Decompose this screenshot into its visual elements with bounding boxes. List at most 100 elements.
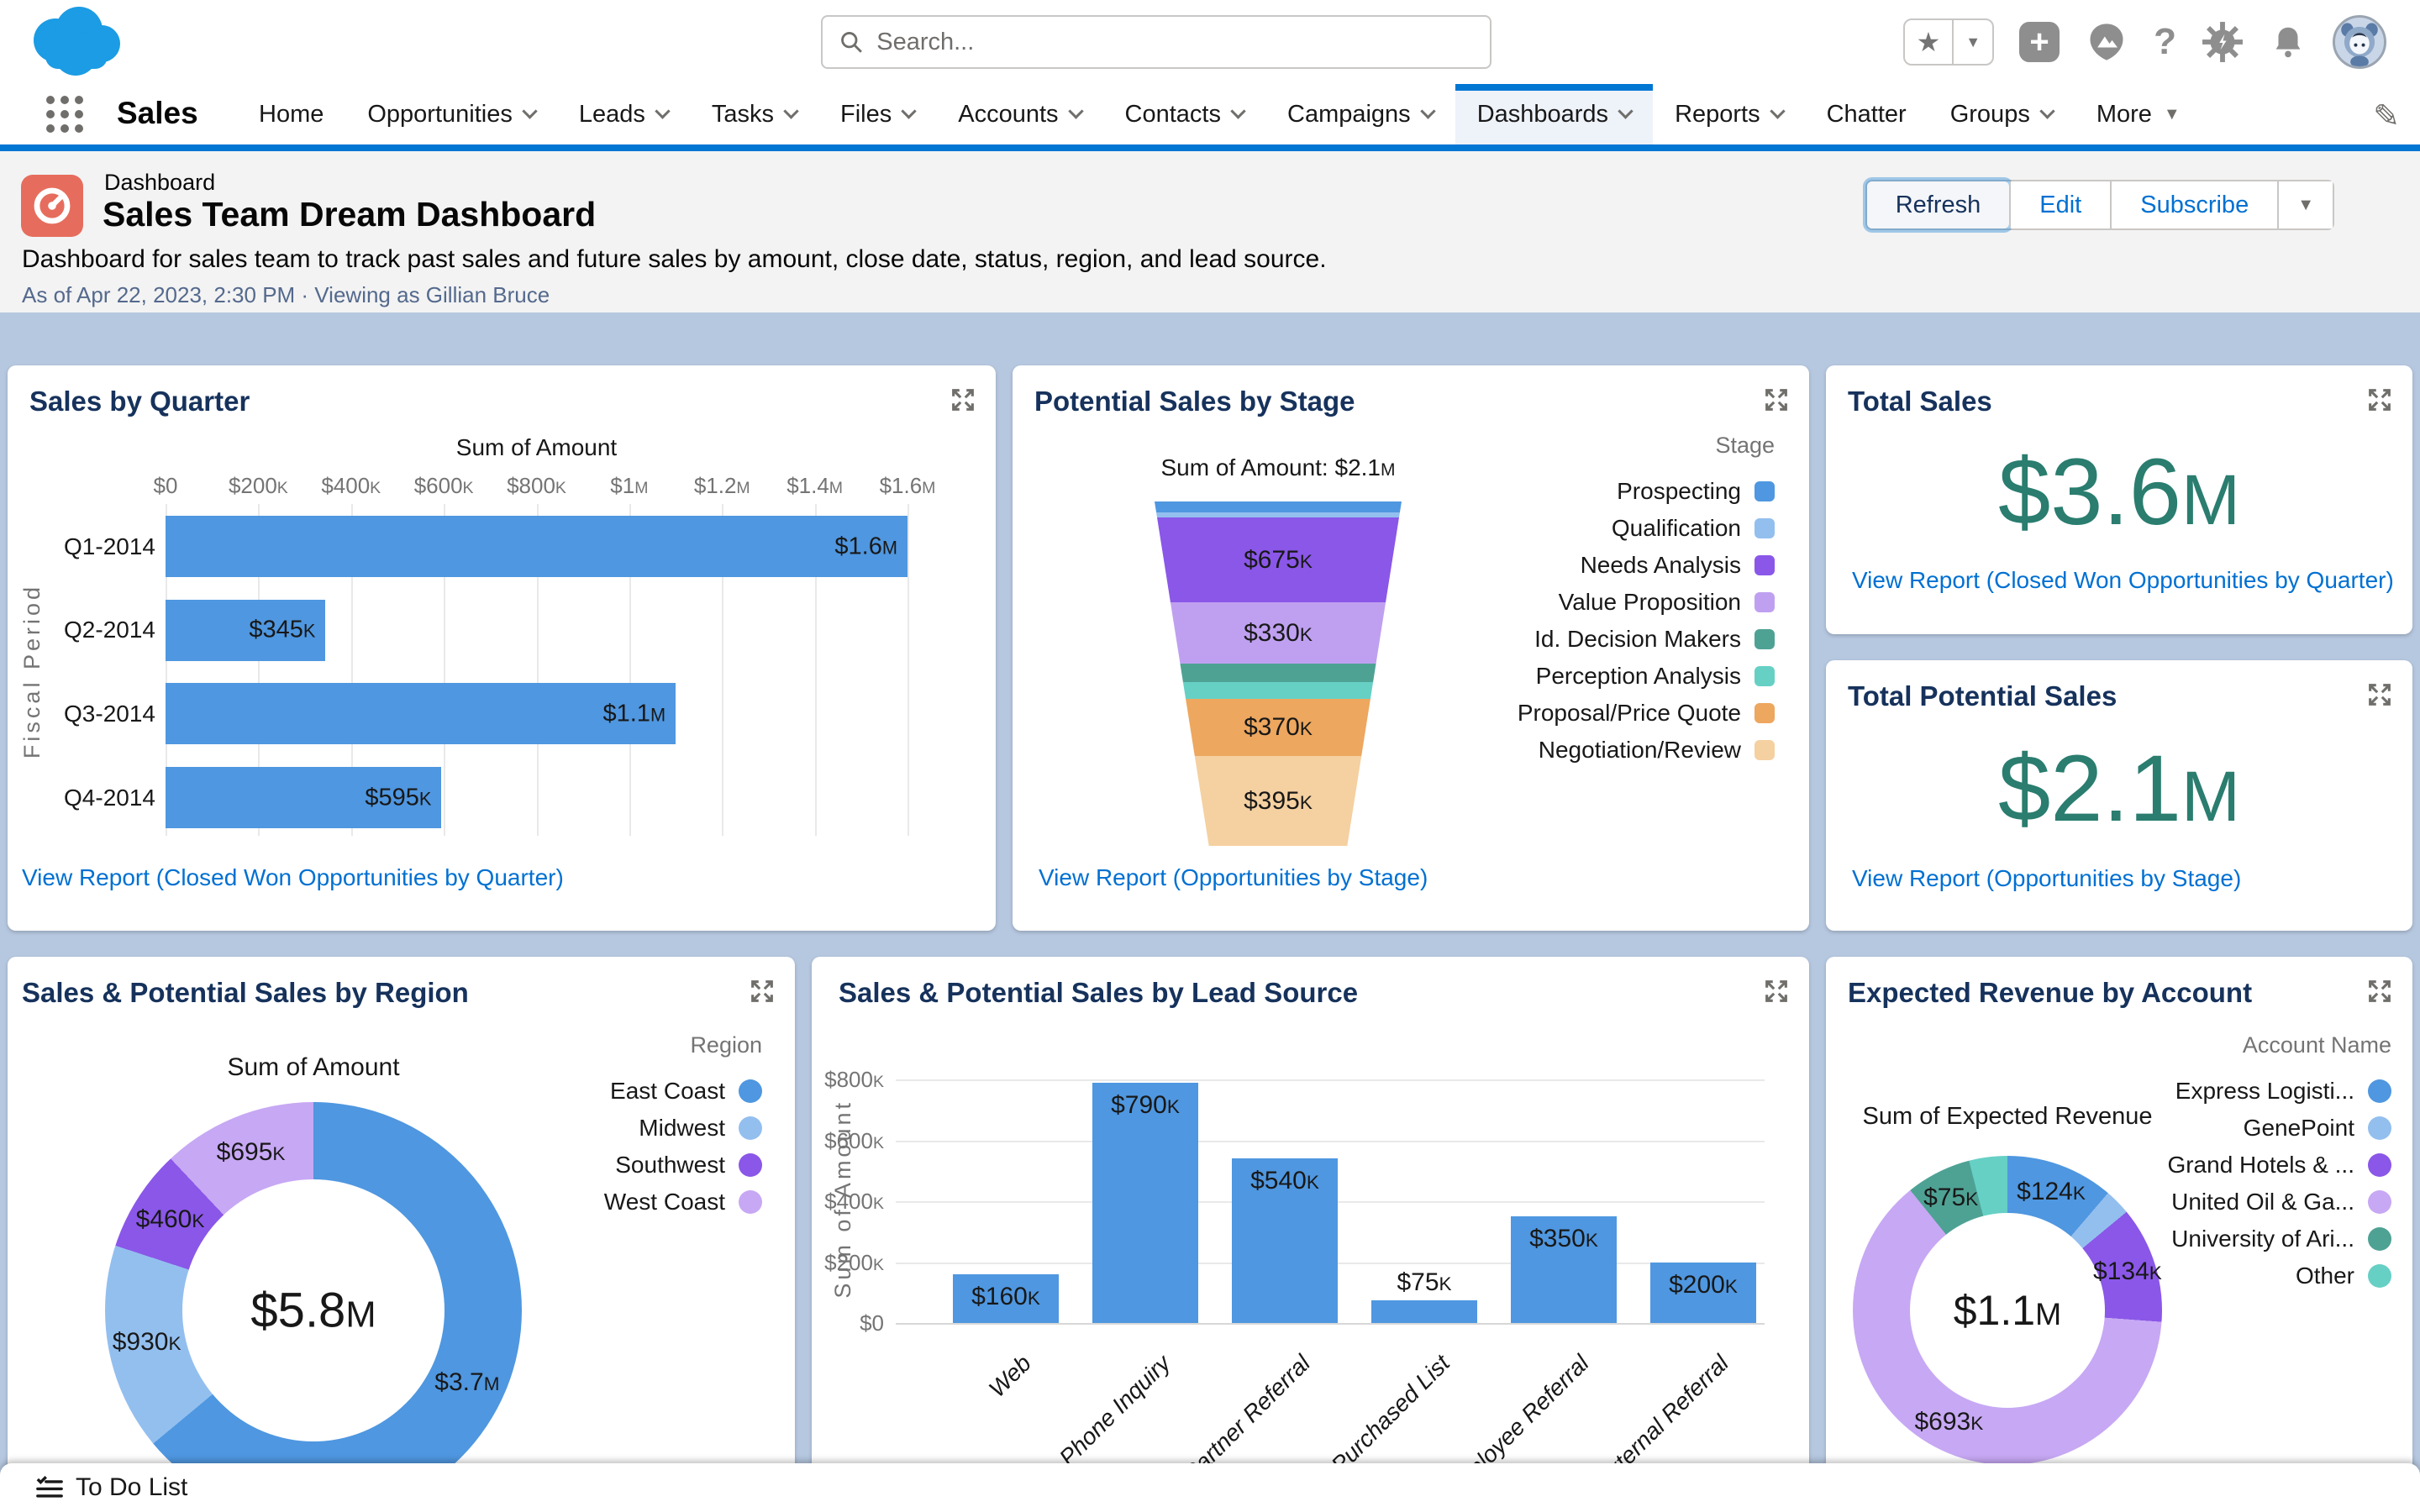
favorites-menu-button[interactable]: ▼ xyxy=(1952,20,1992,64)
legend-item-university-of-ari-[interactable]: University of Ari... xyxy=(2171,1221,2391,1257)
tab-contacts[interactable]: Contacts xyxy=(1103,84,1265,144)
edit-nav-pencil-icon[interactable]: ✎ xyxy=(2373,97,2400,135)
tab-files[interactable]: Files xyxy=(818,84,936,144)
bar-q3-2014[interactable]: $1.1M xyxy=(166,683,676,745)
page-description: Dashboard for sales team to track past s… xyxy=(22,245,1327,273)
gridline xyxy=(896,1079,1765,1081)
tab-groups[interactable]: Groups xyxy=(1928,84,2075,144)
user-avatar[interactable] xyxy=(2333,15,2386,69)
global-actions-button[interactable]: + xyxy=(2019,22,2060,62)
edit-button[interactable]: Edit xyxy=(2009,181,2111,228)
help-button[interactable]: ? xyxy=(2154,21,2176,63)
bar-q4-2014[interactable]: $595K xyxy=(166,767,442,829)
funnel-segment-prospecting[interactable] xyxy=(1155,501,1402,513)
funnel-segment-id-decision-makers[interactable] xyxy=(1155,664,1402,683)
legend-item-express-logisti-[interactable]: Express Logisti... xyxy=(2175,1073,2391,1110)
trailhead-icon xyxy=(2090,24,2123,60)
legend-item-grand-hotels-[interactable]: Grand Hotels & ... xyxy=(2167,1147,2391,1184)
category-label: Q1-2014 xyxy=(64,533,155,559)
search-input[interactable] xyxy=(876,28,1473,56)
legend-label: Perception Analysis xyxy=(1535,663,1741,689)
expand-icon[interactable] xyxy=(2365,386,2394,414)
view-report-link[interactable]: View Report (Closed Won Opportunities by… xyxy=(1852,567,2394,594)
expand-icon[interactable] xyxy=(748,977,776,1005)
dashboard-entity-icon xyxy=(21,175,83,237)
expand-icon[interactable] xyxy=(949,386,977,414)
notifications-button[interactable] xyxy=(2269,23,2307,61)
app-launcher-icon[interactable] xyxy=(46,96,83,133)
tab-campaigns[interactable]: Campaigns xyxy=(1265,84,1455,144)
legend-swatch xyxy=(739,1079,762,1103)
x-tick-label: $0 xyxy=(153,473,178,498)
header-actions: ★ ▼ + ? xyxy=(1902,0,2386,84)
tab-more[interactable]: More ▼ xyxy=(2075,84,2202,144)
legend-item-negotiation-review[interactable]: Negotiation/Review xyxy=(1539,732,1775,769)
bar-q2-2014[interactable]: $345K xyxy=(166,599,326,661)
legend-item-prospecting[interactable]: Prospecting xyxy=(1617,473,1775,510)
slice-value-label: $460K xyxy=(135,1205,205,1233)
bar-value-label: $1.1M xyxy=(602,700,666,727)
legend-item-east-coast[interactable]: East Coast xyxy=(610,1073,762,1110)
bar-purchased-list[interactable] xyxy=(1371,1299,1477,1323)
more-actions-button[interactable]: ▼ xyxy=(2277,181,2333,228)
legend-item-united-oil-ga-[interactable]: United Oil & Ga... xyxy=(2171,1184,2391,1221)
chevron-down-icon xyxy=(655,102,671,119)
funnel-value-label: $675K xyxy=(1244,545,1313,574)
y-tick-label: $0 xyxy=(860,1310,884,1336)
legend-swatch xyxy=(2368,1116,2391,1140)
favorite-star-button[interactable]: ★ xyxy=(1905,20,1953,64)
chart-subtitle: Sum of Amount xyxy=(227,1053,400,1081)
legend-item-other[interactable]: Other xyxy=(2296,1257,2391,1294)
legend-item-southwest[interactable]: Southwest xyxy=(615,1147,762,1184)
category-label: Q4-2014 xyxy=(64,784,155,811)
app-name: Sales xyxy=(117,96,198,130)
tab-accounts[interactable]: Accounts xyxy=(936,84,1102,144)
bell-icon xyxy=(2275,27,2301,58)
metric-value: $2.1M xyxy=(1998,736,2240,841)
view-report-link[interactable]: View Report (Opportunities by Stage) xyxy=(1039,864,1428,891)
legend-item-genepoint[interactable]: GenePoint xyxy=(2244,1110,2391,1147)
subscribe-button[interactable]: Subscribe xyxy=(2110,181,2278,228)
y-tick-label: $200K xyxy=(824,1249,884,1275)
expand-icon[interactable] xyxy=(1762,977,1791,1005)
legend-item-id-decision-makers[interactable]: Id. Decision Makers xyxy=(1534,621,1775,658)
tab-chatter[interactable]: Chatter xyxy=(1805,84,1928,144)
todo-list-icon xyxy=(36,1476,63,1498)
legend-item-value-proposition[interactable]: Value Proposition xyxy=(1559,584,1775,621)
tab-dashboards[interactable]: Dashboards xyxy=(1455,84,1654,144)
slice-value-label: $695K xyxy=(216,1138,286,1167)
legend-item-qualification[interactable]: Qualification xyxy=(1612,510,1775,547)
legend-item-perception-analysis[interactable]: Perception Analysis xyxy=(1536,658,1775,695)
utility-bar[interactable]: To Do List xyxy=(0,1463,2420,1512)
setup-button[interactable] xyxy=(2202,21,2244,63)
x-axis-line xyxy=(896,1323,1765,1325)
tab-leads[interactable]: Leads xyxy=(557,84,690,144)
expand-icon[interactable] xyxy=(1762,386,1791,414)
expand-icon[interactable] xyxy=(2365,680,2394,709)
legend-item-west-coast[interactable]: West Coast xyxy=(604,1184,762,1221)
tab-home[interactable]: Home xyxy=(237,84,345,144)
slice-value-label: $124K xyxy=(2017,1178,2086,1206)
bar-value-label: $1.6M xyxy=(834,533,897,559)
todo-list-label: To Do List xyxy=(76,1473,188,1501)
legend-item-proposal-price-quote[interactable]: Proposal/Price Quote xyxy=(1518,695,1775,732)
view-report-link[interactable]: View Report (Closed Won Opportunities by… xyxy=(22,864,564,891)
view-report-link[interactable]: View Report (Opportunities by Stage) xyxy=(1852,865,2241,892)
expand-icon[interactable] xyxy=(2365,977,2394,1005)
salesforce-logo-icon xyxy=(34,7,120,76)
bar-q1-2014[interactable]: $1.6M xyxy=(166,516,908,577)
tab-opportunities[interactable]: Opportunities xyxy=(345,84,557,144)
stage-legend: Stage Prospecting Qualification Needs Analy… xyxy=(1518,428,1775,769)
region-legend: Region East Coast Midwest Southwest West Coa… xyxy=(604,1027,762,1221)
chevron-down-icon xyxy=(1769,102,1786,119)
refresh-button[interactable]: Refresh xyxy=(1866,181,2010,228)
tab-tasks[interactable]: Tasks xyxy=(690,84,818,144)
tab-label: More xyxy=(2096,100,2152,128)
dashboard-header: Dashboard Sales Team Dream Dashboard Das… xyxy=(0,151,2420,312)
legend-item-midwest[interactable]: Midwest xyxy=(639,1110,762,1147)
trailhead-button[interactable] xyxy=(2085,20,2128,64)
legend-item-needs-analysis[interactable]: Needs Analysis xyxy=(1581,547,1775,584)
funnel-segment-perception-analysis[interactable] xyxy=(1155,682,1402,700)
legend-label: Qualification xyxy=(1611,515,1741,541)
tab-reports[interactable]: Reports xyxy=(1653,84,1805,144)
